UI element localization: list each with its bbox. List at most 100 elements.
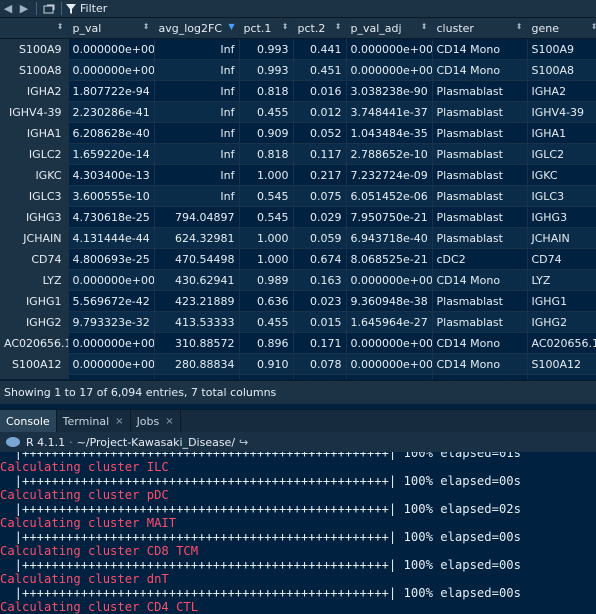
column-header-label: avg_log2FC <box>158 21 223 35</box>
console-output[interactable]: |+++++++++++++++++++++++++++++++++++++++… <box>0 452 596 614</box>
table-cell: CD14 Mono <box>432 59 528 81</box>
table-cell: 0.015 <box>293 311 347 333</box>
column-header-label: gene <box>531 21 560 35</box>
table-cell: 0.818 <box>239 80 294 102</box>
table-cell: 0.078 <box>293 353 347 375</box>
table-cell: 0.545 <box>239 206 294 228</box>
forward-arrow-icon[interactable]: ▶ <box>16 0 32 17</box>
working-directory[interactable]: ~/Project-Kawasaki_Disease/ <box>77 436 235 449</box>
column-header[interactable]: p_val ⬍ <box>68 18 155 39</box>
table-cell: 4.685209e-31 <box>346 374 433 379</box>
table-cell: Plasmablast <box>432 164 528 186</box>
table-row: IGKC 4.303400e-13 Inf 1.000 0.217 7.232724e-0… <box>0 164 596 186</box>
column-header[interactable]: pct.1 ⬍ <box>239 18 294 39</box>
table-cell: 2.230286e-41 <box>68 101 155 123</box>
filter-button[interactable]: Filter <box>66 2 107 15</box>
table-cell: Inf <box>154 164 240 186</box>
table-cell: 0.910 <box>239 353 294 375</box>
column-header[interactable]: avg_log2FC ▼ <box>154 18 240 39</box>
r-logo-icon <box>6 437 20 447</box>
column-header[interactable]: pct.2 ⬍ <box>293 18 347 39</box>
row-name-cell: S100A9 <box>0 38 69 60</box>
column-header[interactable]: gene ⬍ <box>527 18 596 39</box>
column-header[interactable]: p_val_adj ⬍ <box>346 18 433 39</box>
table-cell: Inf <box>154 59 240 81</box>
table-cell: Plasmablast <box>432 227 528 249</box>
popout-window-icon[interactable] <box>41 0 57 17</box>
toolbar-divider <box>61 2 62 15</box>
table-cell: Plasmablast <box>432 311 528 333</box>
console-message-line: Calculating cluster CD8 TCM <box>0 544 199 558</box>
table-cell: Plasmablast <box>432 101 528 123</box>
table-cell: 3.748441e-37 <box>346 101 433 123</box>
table-cell: 0.674 <box>293 248 347 270</box>
table-cell: 0.993 <box>239 38 294 60</box>
table-cell: Inf <box>154 143 240 165</box>
close-tab-icon[interactable]: × <box>165 416 173 427</box>
table-cell: Plasmablast <box>432 80 528 102</box>
row-name-cell: IGHV4-39 <box>0 101 69 123</box>
table-cell: S100A12 <box>527 353 596 375</box>
sort-icon[interactable]: ⬍ <box>282 22 289 31</box>
table-cell: 8.068525e-21 <box>346 248 433 270</box>
table-cell: 4.730618e-25 <box>68 206 155 228</box>
table-row: IGHA2 1.807722e-94 Inf 0.818 0.016 3.038238e-… <box>0 80 596 102</box>
table-cell: 3.038238e-90 <box>346 80 433 102</box>
table-cell: 1.807722e-94 <box>68 80 155 102</box>
table-row: IGHG2 9.793323e-32 413.53333 0.455 0.015 1.64… <box>0 311 596 333</box>
table-cell: 0.000000e+00 <box>68 332 155 354</box>
table-cell: 310.88572 <box>154 332 240 354</box>
progress-bar-line: |+++++++++++++++++++++++++++++++++++++++… <box>0 586 521 600</box>
table-row: S100A12 0.000000e+00 280.88834 0.910 0.078 0.… <box>0 353 596 375</box>
table-cell: 1.000 <box>239 164 294 186</box>
table-cell: 6.943718e-40 <box>346 227 433 249</box>
column-header-label: p_val_adj <box>350 21 402 35</box>
close-tab-icon[interactable]: × <box>115 416 123 427</box>
sort-icon[interactable]: ⬍ <box>516 22 523 31</box>
table-cell: CD14 Mono <box>432 269 528 291</box>
table-row: IGHA1 6.208628e-40 Inf 0.909 0.052 1.043484e-… <box>0 122 596 144</box>
table-cell: 794.04897 <box>154 206 240 228</box>
table-cell: 423.21889 <box>154 290 240 312</box>
table-cell: 3.600555e-10 <box>68 185 155 207</box>
funnel-icon <box>66 3 76 14</box>
table-cell: 0.000000e+00 <box>68 38 155 60</box>
tab-console[interactable]: Console <box>0 410 57 432</box>
tab-label: Jobs <box>136 414 160 428</box>
console-message-line: Calculating cluster MAIT <box>0 516 177 530</box>
sort-icon[interactable]: ⬍ <box>57 22 64 31</box>
back-arrow-icon[interactable]: ◀ <box>0 0 16 17</box>
table-cell: IGHG2 <box>527 311 596 333</box>
table-cell: Plasmablast <box>432 290 528 312</box>
table-row: IGLC2 1.659220e-14 Inf 0.818 0.117 2.788652e-… <box>0 143 596 165</box>
filter-label: Filter <box>80 2 108 15</box>
table-cell: 0.059 <box>293 227 347 249</box>
table-cell: CD74 <box>527 248 596 270</box>
table-cell: 6.208628e-40 <box>68 122 155 144</box>
row-name-cell: S100A12 <box>0 353 69 375</box>
sort-icon[interactable]: ⬍ <box>421 22 428 31</box>
table-cell: IGHA2 <box>527 80 596 102</box>
table-cell: 430.62941 <box>154 269 240 291</box>
table-cell: S100A9 <box>527 38 596 60</box>
table-cell: 0.012 <box>293 101 347 123</box>
column-header[interactable]: cluster ⬍ <box>432 18 528 39</box>
sort-icon[interactable]: ⬍ <box>591 22 596 31</box>
table-cell: 0.989 <box>239 269 294 291</box>
sort-icon[interactable]: ▼ <box>228 22 234 31</box>
table-cell: 0.993 <box>239 59 294 81</box>
table-cell: 7.232724e-09 <box>346 164 433 186</box>
sort-icon[interactable]: ⬍ <box>143 22 150 31</box>
rownames-header[interactable]: ⬍ <box>0 18 69 39</box>
table-cell: 0.545 <box>239 185 294 207</box>
tab-jobs[interactable]: Jobs × <box>131 410 181 432</box>
table-cell: IGHG3 <box>527 206 596 228</box>
sort-icon[interactable]: ⬍ <box>335 22 342 31</box>
data-grid[interactable]: ⬍ p_val ⬍ avg_log2FC ▼ pct.1 ⬍ pct.2 ⬍ p_val_adj ⬍… <box>0 18 596 379</box>
tab-terminal[interactable]: Terminal × <box>57 410 131 432</box>
goto-directory-icon[interactable]: ↪ <box>239 436 248 449</box>
table-cell: Inf <box>154 38 240 60</box>
table-cell: 0.451 <box>293 59 347 81</box>
table-cell: 6.051452e-06 <box>346 185 433 207</box>
table-cell: 0.000000e+00 <box>346 353 433 375</box>
